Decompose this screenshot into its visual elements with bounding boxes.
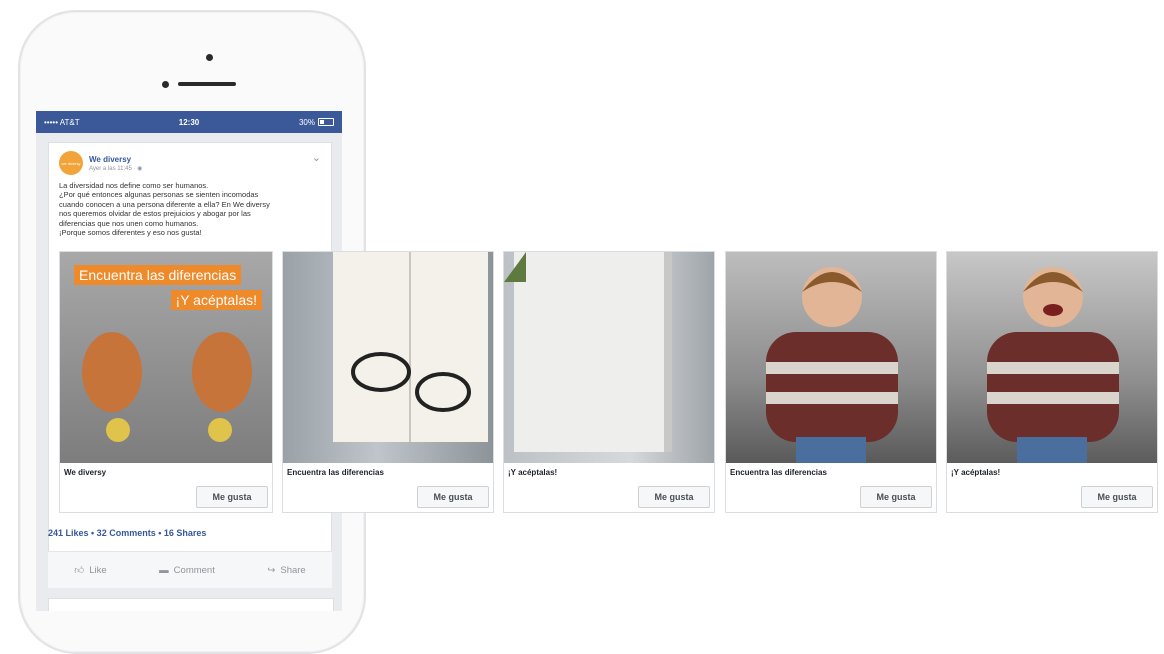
card-image: [504, 252, 714, 463]
engagement-stats[interactable]: 241 Likes • 32 Comments • 16 Shares: [48, 528, 206, 538]
post-timestamp: Ayer a las 11:45 · ◉: [89, 165, 142, 172]
share-icon: ↪: [267, 564, 276, 576]
phone-sensor: [162, 81, 169, 88]
carousel-card-2[interactable]: Encuentra las diferencias Me gusta: [282, 251, 494, 513]
thumbs-up-icon: 👍︎: [74, 565, 85, 576]
card-image: [726, 252, 936, 463]
post-header: we diversy We diversy Ayer a las 11:45 ·…: [49, 143, 331, 179]
card-caption: Encuentra las diferencias: [287, 468, 384, 477]
like-action-label: Like: [89, 564, 107, 576]
comment-icon: ▬: [159, 564, 169, 576]
phone-speaker: [178, 82, 236, 86]
me-gusta-button[interactable]: Me gusta: [638, 486, 710, 508]
card-image: [283, 252, 493, 463]
share-action-label: Share: [280, 564, 306, 576]
carousel-card-4[interactable]: Encuentra las diferencias Me gusta: [725, 251, 937, 513]
carousel-card-1[interactable]: Encuentra las diferencias ¡Y acéptalas! …: [59, 251, 273, 513]
avatar[interactable]: we diversy: [59, 151, 83, 175]
post-actions-bar: 👍︎ Like ▬ Comment ↪ Share: [48, 551, 332, 588]
share-action[interactable]: ↪ Share: [267, 565, 305, 576]
me-gusta-button[interactable]: Me gusta: [1081, 486, 1153, 508]
post-text: La diversidad nos define como ser humano…: [49, 179, 331, 237]
comment-action[interactable]: ▬ Comment: [159, 565, 215, 576]
status-bar: ••••• AT&T 12:30 30%: [36, 111, 342, 133]
avatar-label: we diversy: [61, 160, 81, 166]
me-gusta-button[interactable]: Me gusta: [860, 486, 932, 508]
braille-book-artwork: [504, 252, 672, 452]
battery-icon: [318, 118, 334, 126]
carousel-card-3[interactable]: ¡Y acéptalas! Me gusta: [503, 251, 715, 513]
card-banner-1: Encuentra las diferencias: [74, 265, 242, 285]
post-text-line: diferencias que nos unen como humanos.: [59, 218, 199, 228]
chevron-down-icon[interactable]: ⌄: [312, 151, 321, 164]
timestamp-text: Ayer a las 11:45 ·: [89, 165, 138, 172]
phone-camera: [206, 54, 213, 61]
post-text-line: cuando conocen a una persona diferente a…: [59, 199, 270, 209]
card-image: [947, 252, 1157, 463]
post-text-line: ¡Porque somos diferentes y eso nos gusta…: [59, 228, 202, 238]
card-caption: ¡Y acéptalas!: [951, 468, 1001, 477]
post-text-line: La diversidad nos define como ser humano…: [59, 181, 209, 190]
book-glasses-artwork: [333, 252, 488, 442]
card-caption: Encuentra las diferencias: [730, 468, 827, 477]
clock: 12:30: [178, 117, 200, 127]
next-post-preview: [48, 598, 334, 611]
card-banner-2: ¡Y acéptalas!: [170, 290, 262, 310]
post-text-line: nos queremos olvidar de estos prejuicios…: [59, 209, 251, 219]
like-action[interactable]: 👍︎ Like: [74, 564, 107, 577]
me-gusta-button[interactable]: Me gusta: [417, 486, 489, 508]
card-caption: We diversy: [64, 468, 107, 477]
page-name-link[interactable]: We diversy: [89, 155, 142, 164]
globe-icon: ◉: [137, 165, 143, 172]
comment-action-label: Comment: [173, 564, 215, 576]
post-text-line: ¿Por qué entonces algunas personas se si…: [59, 190, 259, 200]
card-caption: ¡Y acéptalas!: [508, 468, 558, 477]
card-image: Encuentra las diferencias ¡Y acéptalas!: [60, 252, 272, 463]
child-photo: [987, 267, 1119, 463]
carousel-card-5[interactable]: ¡Y acéptalas! Me gusta: [946, 251, 1158, 513]
child-photo: [766, 267, 898, 463]
me-gusta-button[interactable]: Me gusta: [196, 486, 268, 508]
